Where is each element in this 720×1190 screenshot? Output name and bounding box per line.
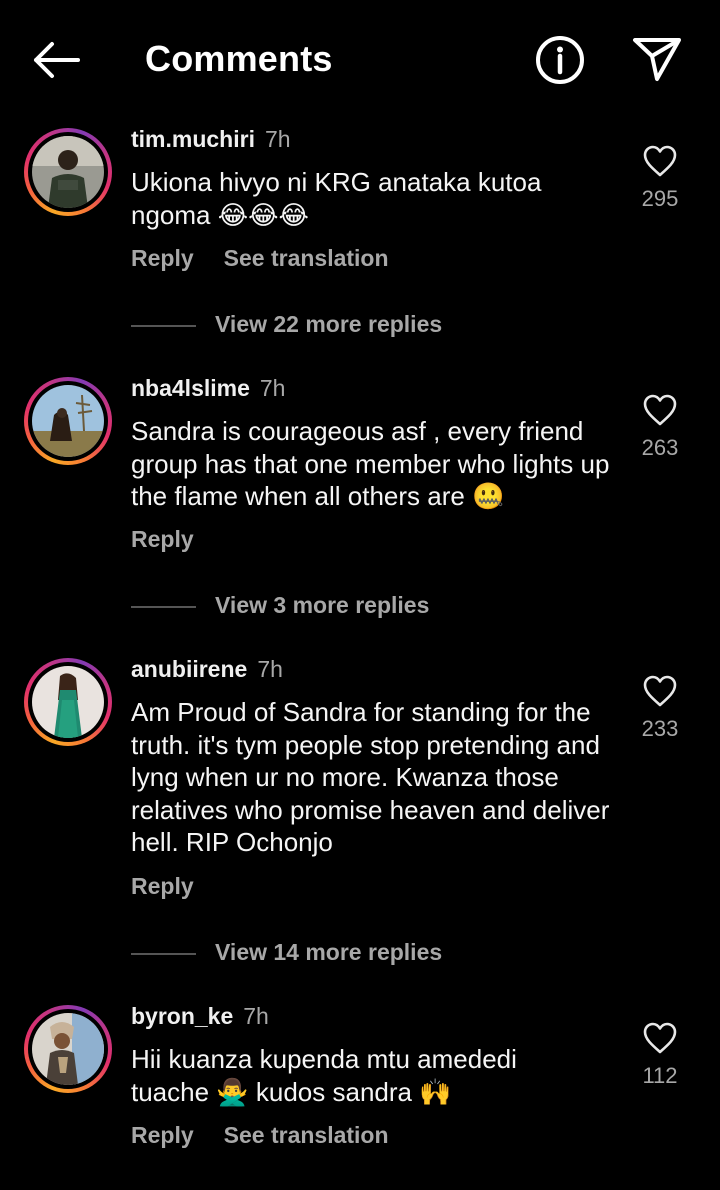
reply-button[interactable]: Reply <box>131 873 194 899</box>
comment-username[interactable]: anubiirene 7h <box>131 656 283 683</box>
comment-username[interactable]: tim.muchiri 7h <box>131 126 291 153</box>
reply-button[interactable]: Reply <box>131 1122 194 1148</box>
info-button[interactable] <box>534 34 586 86</box>
view-replies-button[interactable]: View 3 more replies <box>131 592 631 622</box>
header: Comments <box>0 0 720 120</box>
back-button[interactable] <box>30 36 82 84</box>
comment-text: Hii kuanza kupenda mtu amededi tuache 🙅‍… <box>131 1044 517 1107</box>
avatar[interactable] <box>24 658 112 746</box>
comment-time: 7h <box>259 375 286 401</box>
comment-text: Am Proud of Sandra for standing for the … <box>131 697 610 857</box>
comment-actions: Reply See translation <box>131 1122 389 1149</box>
comment-time: 7h <box>243 1003 269 1029</box>
like-count: 295 <box>641 186 679 211</box>
comment-text: Sandra is courageous asf , every friend … <box>131 416 610 511</box>
view-replies-label: View 3 more replies <box>215 592 430 618</box>
view-replies-label: View 14 more replies <box>215 939 443 965</box>
info-icon <box>536 36 584 84</box>
reply-button[interactable]: Reply <box>131 526 194 552</box>
share-button[interactable] <box>630 34 684 84</box>
avatar[interactable] <box>24 1005 112 1093</box>
comment-time: 7h <box>257 656 283 682</box>
divider-line <box>131 325 196 327</box>
comment-actions: Reply <box>131 526 194 553</box>
back-arrow-icon <box>34 42 80 78</box>
reply-button[interactable]: Reply <box>131 245 194 271</box>
view-replies-button[interactable]: View 22 more replies <box>131 311 631 341</box>
send-icon <box>633 38 681 81</box>
like-button[interactable] <box>636 144 684 183</box>
like-button[interactable] <box>636 393 684 432</box>
comment-actions: Reply <box>131 873 194 900</box>
comment-text: Ukiona hivyo ni KRG anataka kutoa ngoma … <box>131 167 542 230</box>
see-translation-button[interactable]: See translation <box>224 245 389 271</box>
view-replies-label: View 22 more replies <box>215 311 443 337</box>
heart-icon <box>643 145 677 177</box>
like-count: 233 <box>641 716 679 741</box>
heart-icon <box>643 675 677 707</box>
avatar[interactable] <box>24 377 112 465</box>
comment-time: 7h <box>264 126 291 152</box>
avatar-image <box>32 1013 104 1085</box>
avatar-image <box>32 385 104 457</box>
divider-line <box>131 953 196 955</box>
like-button[interactable] <box>636 1021 684 1060</box>
like-button[interactable] <box>636 674 684 713</box>
view-replies-button[interactable]: View 14 more replies <box>131 939 631 969</box>
page-title: Comments <box>145 38 333 79</box>
see-translation-button[interactable]: See translation <box>224 1122 389 1148</box>
comment-username[interactable]: nba4lslime 7h <box>131 375 285 402</box>
heart-icon <box>643 394 677 426</box>
like-count: 263 <box>641 435 679 460</box>
avatar-image <box>32 666 104 738</box>
avatar-image <box>32 136 104 208</box>
comment-username[interactable]: byron_ke 7h <box>131 1003 269 1030</box>
heart-icon <box>643 1022 677 1054</box>
comment-actions: Reply See translation <box>131 245 389 272</box>
like-count: 112 <box>642 1063 678 1088</box>
avatar[interactable] <box>24 128 112 216</box>
divider-line <box>131 606 196 608</box>
